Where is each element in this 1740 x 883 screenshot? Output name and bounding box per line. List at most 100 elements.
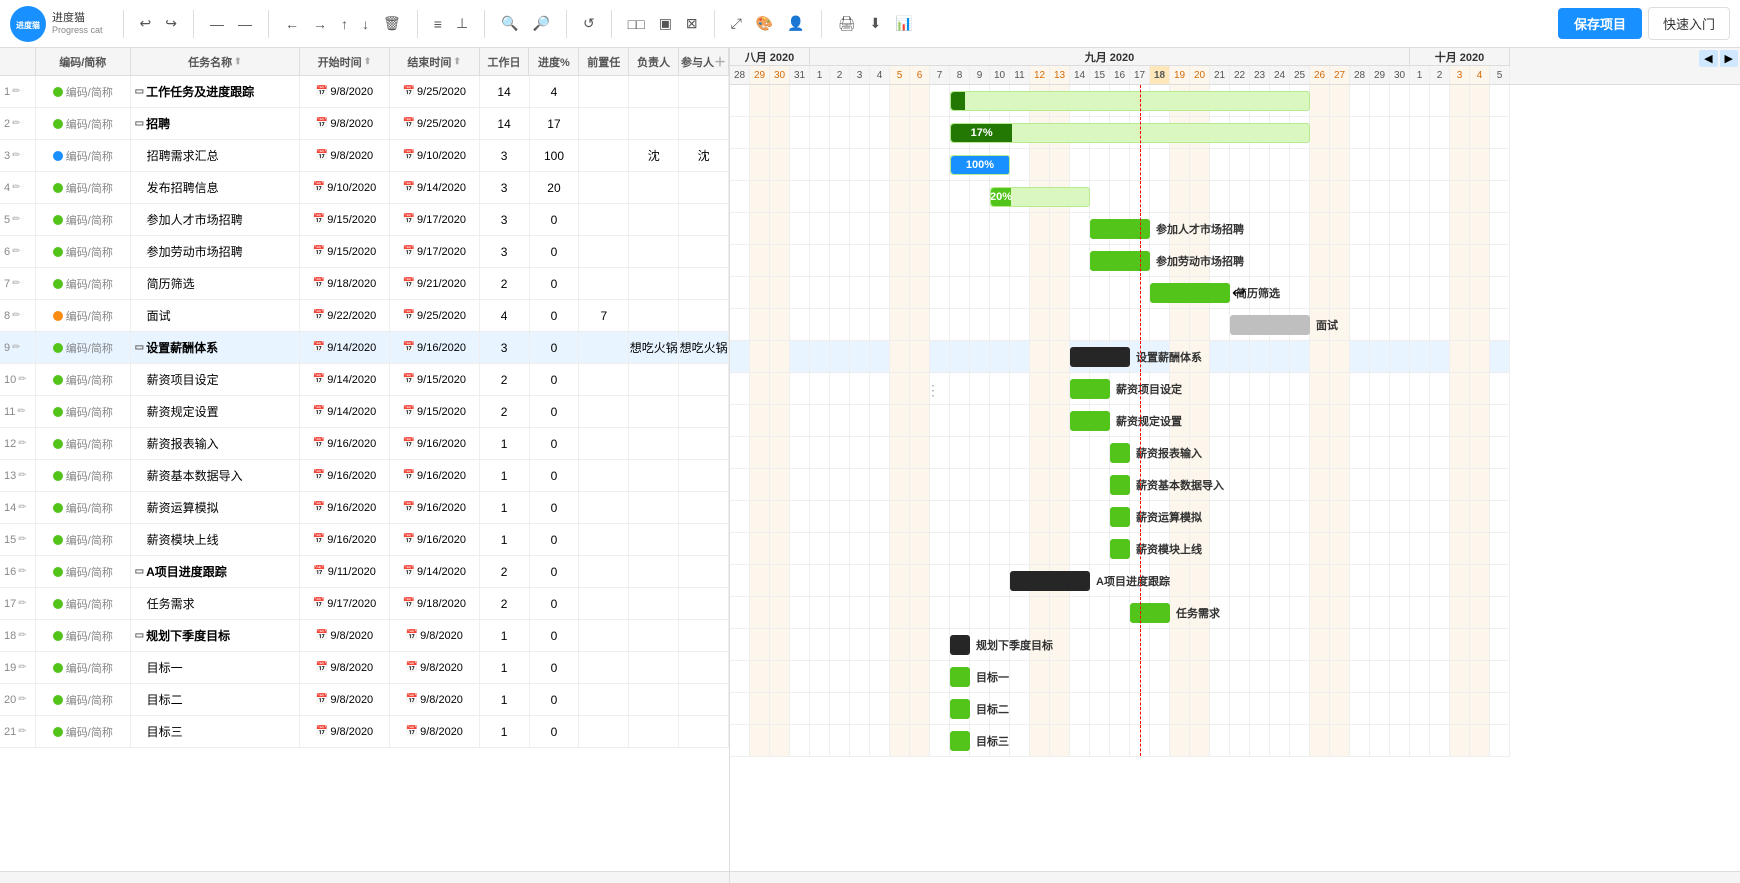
td-start-date[interactable]: 📅9/8/2020: [300, 652, 390, 683]
table-row[interactable]: 13✏ 编码/简称薪资基本数据导入📅9/16/2020📅9/16/202010: [0, 460, 729, 492]
table-row[interactable]: 2✏ 编码/简称▭招聘📅9/8/2020📅9/25/20201417: [0, 108, 729, 140]
edit-icon[interactable]: ✏: [12, 342, 20, 353]
td-start-date[interactable]: 📅9/22/2020: [300, 300, 390, 331]
td-end-date[interactable]: 📅9/17/2020: [390, 236, 480, 267]
table-row[interactable]: 3✏ 编码/简称招聘需求汇总📅9/8/2020📅9/10/20203100沈沈: [0, 140, 729, 172]
table-row[interactable]: 1✏ 编码/简称▭工作任务及进度跟踪📅9/8/2020📅9/25/2020144: [0, 76, 729, 108]
edit-icon[interactable]: ✏: [12, 86, 20, 97]
move-down-button[interactable]: ↓: [356, 12, 375, 36]
expand-icon[interactable]: ▭: [135, 630, 144, 641]
td-end-date[interactable]: 📅9/8/2020: [390, 684, 480, 715]
align-button-1[interactable]: ≡: [428, 12, 448, 36]
edit-icon[interactable]: ✏: [18, 598, 26, 609]
td-end-date[interactable]: 📅9/25/2020: [390, 300, 480, 331]
td-end-date[interactable]: 📅9/15/2020: [390, 364, 480, 395]
table-row[interactable]: 8✏ 编码/简称面试📅9/22/2020📅9/25/2020407: [0, 300, 729, 332]
td-start-date[interactable]: 📅9/11/2020: [300, 556, 390, 587]
move-right-button[interactable]: →: [307, 12, 333, 36]
table-row[interactable]: 6✏ 编码/简称参加劳动市场招聘📅9/15/2020📅9/17/202030: [0, 236, 729, 268]
td-start-date[interactable]: 📅9/8/2020: [300, 716, 390, 747]
td-start-date[interactable]: 📅9/16/2020: [300, 492, 390, 523]
color-button[interactable]: 🎨: [750, 11, 779, 36]
td-end-date[interactable]: 📅9/25/2020: [390, 108, 480, 139]
zoom-out-button[interactable]: 🔎: [527, 11, 556, 36]
table-row[interactable]: 21✏ 编码/简称目标三📅9/8/2020📅9/8/202010: [0, 716, 729, 748]
edit-icon[interactable]: ✏: [12, 182, 20, 193]
td-start-date[interactable]: 📅9/14/2020: [300, 364, 390, 395]
undo-button[interactable]: ↩: [134, 11, 158, 36]
edit-icon[interactable]: ✏: [18, 566, 26, 577]
gantt-next-button[interactable]: ▶: [1720, 50, 1738, 67]
td-end-date[interactable]: 📅9/10/2020: [390, 140, 480, 171]
fullscreen-button[interactable]: ⤢: [725, 11, 748, 36]
td-start-date[interactable]: 📅9/15/2020: [300, 236, 390, 267]
line-button-1[interactable]: —: [204, 12, 230, 36]
td-end-date[interactable]: 📅9/8/2020: [390, 716, 480, 747]
quickstart-button[interactable]: 快速入门: [1648, 7, 1730, 40]
td-end-date[interactable]: 📅9/17/2020: [390, 204, 480, 235]
table-row[interactable]: 18✏ 编码/简称▭规划下季度目标📅9/8/2020📅9/8/202010: [0, 620, 729, 652]
edit-icon[interactable]: ✏: [18, 374, 26, 385]
td-end-date[interactable]: 📅9/14/2020: [390, 172, 480, 203]
save-project-button[interactable]: 保存项目: [1558, 8, 1642, 39]
td-start-date[interactable]: 📅9/8/2020: [300, 76, 390, 107]
edit-icon[interactable]: ✏: [18, 662, 26, 673]
edit-icon[interactable]: ✏: [18, 502, 26, 513]
edit-icon[interactable]: ✏: [12, 310, 20, 321]
edit-icon[interactable]: ✏: [18, 470, 26, 481]
edit-icon[interactable]: ✏: [18, 726, 26, 737]
table-horizontal-scroll[interactable]: [0, 871, 729, 883]
zoom-in-button[interactable]: 🔍: [495, 11, 524, 36]
align-button-2[interactable]: ⊥: [450, 11, 474, 36]
view-button-1[interactable]: □□: [622, 12, 651, 36]
td-end-date[interactable]: 📅9/16/2020: [390, 428, 480, 459]
edit-icon[interactable]: ✏: [17, 406, 25, 417]
table-row[interactable]: 15✏ 编码/简称薪资模块上线📅9/16/2020📅9/16/202010: [0, 524, 729, 556]
td-end-date[interactable]: 📅9/15/2020: [390, 396, 480, 427]
edit-icon[interactable]: ✏: [12, 214, 20, 225]
edit-icon[interactable]: ✏: [18, 534, 26, 545]
add-column-button[interactable]: ＋: [714, 53, 726, 70]
td-start-date[interactable]: 📅9/8/2020: [300, 620, 390, 651]
expand-icon[interactable]: ▭: [135, 86, 144, 97]
delete-button[interactable]: 🗑: [377, 11, 407, 36]
table-row[interactable]: 11✏ 编码/简称薪资规定设置📅9/14/2020📅9/15/202020: [0, 396, 729, 428]
table-row[interactable]: 20✏ 编码/简称目标二📅9/8/2020📅9/8/202010: [0, 684, 729, 716]
td-start-date[interactable]: 📅9/14/2020: [300, 332, 390, 363]
td-start-date[interactable]: 📅9/16/2020: [300, 460, 390, 491]
td-end-date[interactable]: 📅9/16/2020: [390, 460, 480, 491]
td-start-date[interactable]: 📅9/16/2020: [300, 428, 390, 459]
table-row[interactable]: 16✏ 编码/简称▭A项目进度跟踪📅9/11/2020📅9/14/202020: [0, 556, 729, 588]
user-button[interactable]: 👤: [781, 11, 810, 36]
td-start-date[interactable]: 📅9/16/2020: [300, 524, 390, 555]
excel-button[interactable]: 📊: [889, 11, 918, 36]
table-row[interactable]: 9✏ 编码/简称▭设置薪酬体系📅9/14/2020📅9/16/202030想吃火…: [0, 332, 729, 364]
td-start-date[interactable]: 📅9/18/2020: [300, 268, 390, 299]
table-row[interactable]: 19✏ 编码/简称目标一📅9/8/2020📅9/8/202010: [0, 652, 729, 684]
td-start-date[interactable]: 📅9/8/2020: [300, 108, 390, 139]
table-row[interactable]: 14✏ 编码/简称薪资运算模拟📅9/16/2020📅9/16/202010: [0, 492, 729, 524]
refresh-button[interactable]: ↺: [577, 11, 601, 36]
redo-button[interactable]: ↪: [159, 11, 183, 36]
td-start-date[interactable]: 📅9/8/2020: [300, 140, 390, 171]
td-end-date[interactable]: 📅9/16/2020: [390, 332, 480, 363]
td-start-date[interactable]: 📅9/14/2020: [300, 396, 390, 427]
edit-icon[interactable]: ✏: [18, 630, 26, 641]
download-button[interactable]: ⬇: [864, 11, 888, 36]
gantt-horizontal-scroll[interactable]: [730, 871, 1740, 883]
edit-icon[interactable]: ✏: [12, 118, 20, 129]
edit-icon[interactable]: ✏: [18, 438, 26, 449]
view-button-3[interactable]: ⊠: [680, 11, 704, 36]
table-row[interactable]: 7✏ 编码/简称简历筛选📅9/18/2020📅9/21/202020: [0, 268, 729, 300]
view-button-2[interactable]: ▣: [653, 11, 678, 36]
td-end-date[interactable]: 📅9/25/2020: [390, 76, 480, 107]
edit-icon[interactable]: ✏: [12, 246, 20, 257]
td-start-date[interactable]: 📅9/17/2020: [300, 588, 390, 619]
expand-icon[interactable]: ▭: [135, 342, 144, 353]
td-start-date[interactable]: 📅9/15/2020: [300, 204, 390, 235]
line-button-2[interactable]: —: [232, 12, 258, 36]
table-row[interactable]: 12✏ 编码/简称薪资报表输入📅9/16/2020📅9/16/202010: [0, 428, 729, 460]
table-row[interactable]: 5✏ 编码/简称参加人才市场招聘📅9/15/2020📅9/17/202030: [0, 204, 729, 236]
td-end-date[interactable]: 📅9/16/2020: [390, 492, 480, 523]
td-end-date[interactable]: 📅9/18/2020: [390, 588, 480, 619]
